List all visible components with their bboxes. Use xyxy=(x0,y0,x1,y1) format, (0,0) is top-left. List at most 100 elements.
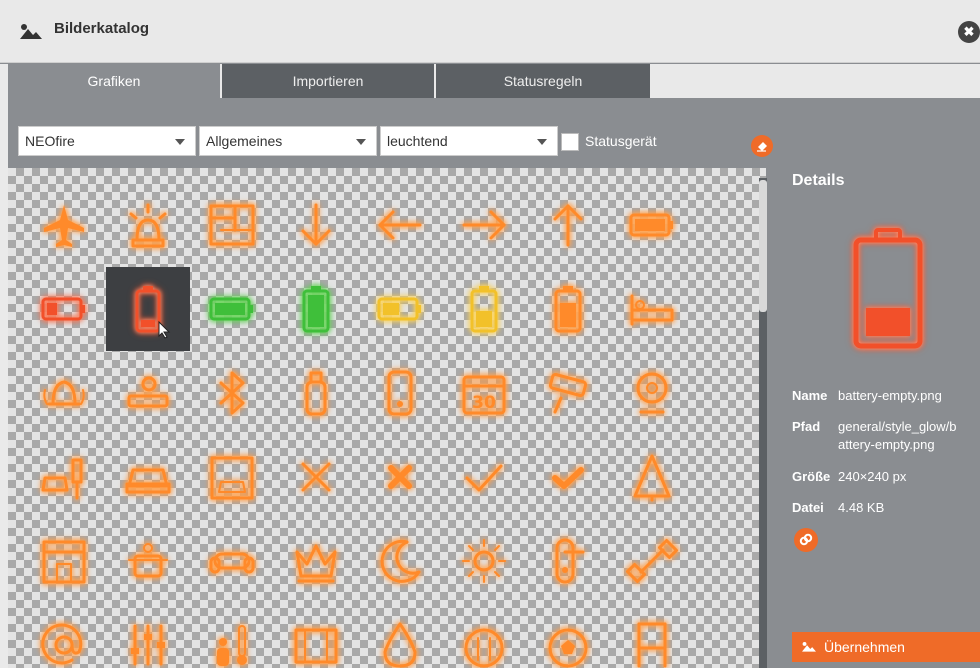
icon-tile-frame[interactable] xyxy=(274,603,358,668)
chevron-down-icon xyxy=(537,139,547,145)
icon-tile-cooking-pot[interactable] xyxy=(106,519,190,603)
battery-full-vertical-green-icon xyxy=(302,286,330,333)
icon-tile-check-bold[interactable] xyxy=(526,435,610,519)
icon-tile-car-traffic-light[interactable] xyxy=(22,435,106,519)
christmas-tree-icon xyxy=(633,454,671,502)
icon-tile-restaurant[interactable] xyxy=(442,603,526,668)
tab-importieren[interactable]: Importieren xyxy=(222,64,434,98)
icon-tile-arrow-left[interactable] xyxy=(358,183,442,267)
icon-tile-at-sign[interactable] xyxy=(22,603,106,668)
sun-icon xyxy=(462,539,506,583)
icon-tile-projector[interactable] xyxy=(106,351,190,435)
icon-tile-battery-half-horizontal-yellow[interactable] xyxy=(358,267,442,351)
grid-scrollbar[interactable] xyxy=(759,178,767,668)
icon-tile-soccer[interactable] xyxy=(526,603,610,668)
icon-tile-bluetooth[interactable] xyxy=(190,351,274,435)
arrow-right-icon xyxy=(462,210,506,240)
icon-tile-christmas-tree[interactable] xyxy=(610,435,694,519)
icon-tile-cross-bold[interactable] xyxy=(358,435,442,519)
category-select[interactable]: Allgemeines xyxy=(199,126,377,156)
icon-tile-bell[interactable] xyxy=(22,351,106,435)
icon-tile-garage[interactable] xyxy=(190,435,274,519)
icon-tile-battery-empty-horizontal-red[interactable] xyxy=(22,267,106,351)
icon-tile-crown[interactable] xyxy=(274,519,358,603)
soccer-icon xyxy=(548,628,588,668)
icon-tile-dumbbell[interactable] xyxy=(610,519,694,603)
camera-icon xyxy=(548,373,588,414)
detail-path-label: Pfad xyxy=(792,419,821,434)
icon-tile-fire[interactable] xyxy=(358,603,442,668)
battery-empty-preview-icon xyxy=(853,228,923,349)
icon-tile-battery-full-horizontal-green[interactable] xyxy=(190,267,274,351)
icon-tile-calendar[interactable]: 30 xyxy=(442,351,526,435)
webcam-icon xyxy=(636,372,668,414)
icon-tile-arrow-down[interactable] xyxy=(274,183,358,267)
close-button[interactable]: ✖ xyxy=(958,21,980,43)
icon-tile-door-handle[interactable] xyxy=(526,519,610,603)
window-border xyxy=(0,64,8,668)
icon-tile-battery-vertical[interactable] xyxy=(526,267,610,351)
style-select[interactable]: leuchtend xyxy=(380,126,558,156)
icon-tile-thermometer-person[interactable] xyxy=(190,603,274,668)
icon-tile-chair[interactable] xyxy=(610,603,694,668)
icon-tile-battery-full-vertical-green[interactable] xyxy=(274,267,358,351)
frame-icon xyxy=(294,628,338,664)
icon-grid: 30 xyxy=(8,168,766,668)
icon-tile-mixer[interactable] xyxy=(106,603,190,668)
clear-filter-button[interactable] xyxy=(751,135,773,157)
mixer-icon xyxy=(131,624,165,666)
car-icon xyxy=(125,468,171,494)
icon-tile-sun[interactable] xyxy=(442,519,526,603)
icon-tile-shop[interactable] xyxy=(22,519,106,603)
phone-icon xyxy=(387,370,413,416)
icon-tile-sofa[interactable] xyxy=(190,519,274,603)
thermometer-person-icon xyxy=(217,625,247,666)
icon-tile-arrow-up[interactable] xyxy=(526,183,610,267)
category-select-value: Allgemeines xyxy=(206,133,283,149)
battery-half-vertical-yellow-icon xyxy=(470,286,498,333)
icon-tile-check-thin[interactable] xyxy=(442,435,526,519)
icon-tile-airplane[interactable] xyxy=(22,183,106,267)
check-bold-icon xyxy=(552,467,584,489)
detail-path-value-line2: attery-empty.png xyxy=(838,437,935,452)
bottle-icon xyxy=(305,371,327,416)
crown-icon xyxy=(295,544,337,583)
apply-button[interactable]: Übernehmen xyxy=(792,632,980,662)
tab-grafiken[interactable]: Grafiken xyxy=(8,64,220,98)
floorplan-icon xyxy=(209,204,255,246)
library-select[interactable]: NEOfire xyxy=(18,126,196,156)
style-select-value: leuchtend xyxy=(387,133,448,149)
check-thin-icon xyxy=(465,464,503,492)
detail-file-value: 4.48 KB xyxy=(838,500,885,515)
icon-tile-battery-half-vertical-yellow[interactable] xyxy=(442,267,526,351)
cross-thin-icon xyxy=(301,462,331,492)
detail-name-value: battery-empty.png xyxy=(838,388,942,403)
icon-tile-siren[interactable] xyxy=(106,183,190,267)
icon-tile-floorplan[interactable] xyxy=(190,183,274,267)
chevron-down-icon xyxy=(356,139,366,145)
dumbbell-icon xyxy=(626,539,678,583)
icon-tile-camera[interactable] xyxy=(526,351,610,435)
airplane-icon xyxy=(44,205,84,247)
icon-tile-car[interactable] xyxy=(106,435,190,519)
scrollbar-thumb[interactable] xyxy=(759,180,767,312)
status-device-checkbox[interactable] xyxy=(561,133,579,151)
icon-tile-webcam[interactable] xyxy=(610,351,694,435)
detail-size-value: 240×240 px xyxy=(838,469,907,484)
siren-icon xyxy=(129,203,167,248)
chair-icon xyxy=(637,622,667,668)
icon-tile-cross-thin[interactable] xyxy=(274,435,358,519)
icon-tile-battery-empty[interactable] xyxy=(106,267,190,351)
arrow-left-icon xyxy=(378,210,422,240)
icon-tile-arrow-right[interactable] xyxy=(442,183,526,267)
tab-statusregeln[interactable]: Statusregeln xyxy=(436,64,650,98)
link-button[interactable] xyxy=(794,528,818,552)
icon-tile-battery-full-horizontal[interactable] xyxy=(610,183,694,267)
icon-tile-moon[interactable] xyxy=(358,519,442,603)
icon-tile-bottle[interactable] xyxy=(274,351,358,435)
icon-tile-bed[interactable] xyxy=(610,267,694,351)
icon-tile-phone[interactable] xyxy=(358,351,442,435)
library-select-value: NEOfire xyxy=(25,133,75,149)
detail-file-label: Datei xyxy=(792,500,824,515)
cross-bold-icon xyxy=(388,465,412,489)
